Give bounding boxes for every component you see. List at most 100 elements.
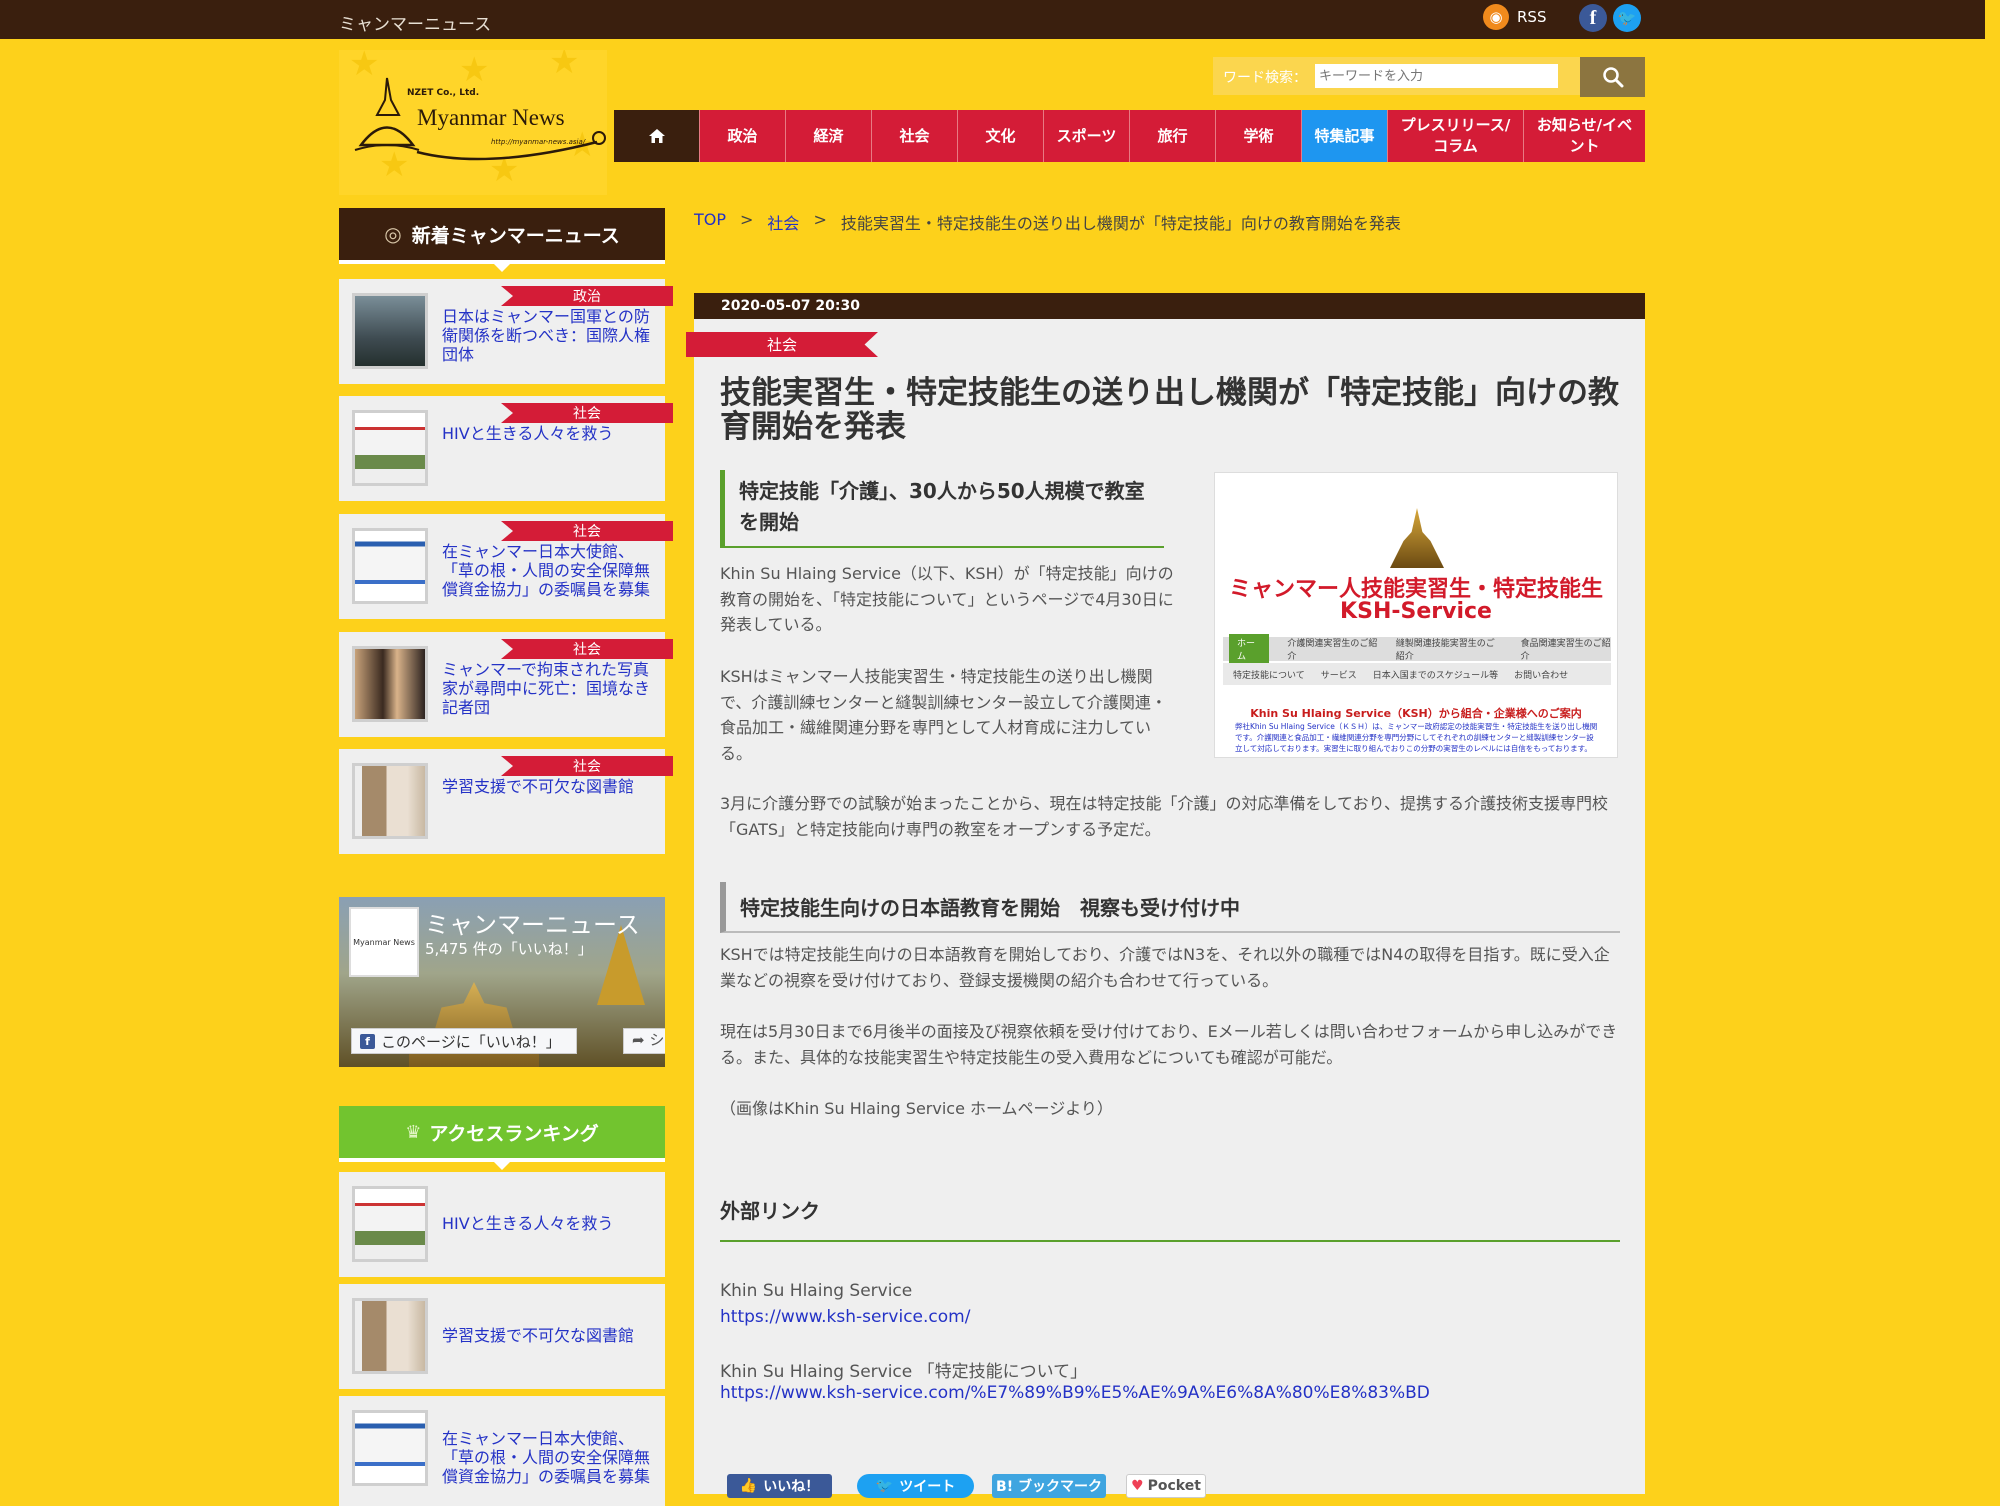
- article-image: ミャンマー人技能実習生・特定技能生 KSH-Service ホーム 介護関連実習…: [1214, 472, 1618, 758]
- article-paragraph: KSHでは特定技能生向けの日本語教育を開始しており、介護ではN3を、それ以外の職…: [720, 945, 1610, 990]
- image-body-text: 弊社Khin Su Hlaing Service（ＫＳＨ）は、ミャンマー政府認定…: [1235, 722, 1598, 753]
- external-link[interactable]: https://www.ksh-service.com/: [720, 1307, 970, 1327]
- article-paragraph: Khin Su Hlaing Service（以下、KSH）が「特定技能」向けの…: [720, 564, 1174, 634]
- tweet-button[interactable]: 🐦 ツイート: [857, 1474, 974, 1498]
- latest-item-title[interactable]: 学習支援で不可欠な図書館: [442, 777, 650, 796]
- rss-link[interactable]: ◉ RSS: [1483, 4, 1546, 30]
- nav-news-events[interactable]: お知らせ/イベ ント: [1524, 110, 1645, 162]
- breadcrumb-top[interactable]: TOP: [694, 210, 726, 234]
- ranking-item-title[interactable]: 学習支援で不可欠な図書館: [442, 1326, 650, 1345]
- category-badge: 社会: [501, 403, 673, 423]
- latest-news-title: 新着ミャンマーニュース: [411, 224, 620, 247]
- nav-home[interactable]: [614, 110, 700, 162]
- article-subheading: 特定技能「介護」、30人から50人規模で教室を開始: [720, 470, 1164, 548]
- category-badge: 政治: [501, 286, 673, 306]
- search-button[interactable]: [1580, 57, 1645, 97]
- article-headline: 技能実習生・特定技能生の送り出し機関が「特定技能」向けの教育開始を発表: [720, 375, 1619, 445]
- search-label: ワード検索：: [1223, 70, 1307, 86]
- logo-company: NZET Co., Ltd.: [407, 88, 480, 98]
- facebook-icon[interactable]: f: [1579, 4, 1607, 32]
- external-links-heading: 外部リンク: [720, 1195, 1620, 1242]
- article-subheading: 特定技能生向けの日本語教育を開始 視察も受け付け中: [720, 882, 1620, 933]
- latest-item[interactable]: 社会 HIVと生きる人々を救う: [339, 396, 673, 501]
- ranking-title: アクセスランキング: [429, 1122, 599, 1145]
- thumbs-up-icon: 👍: [739, 1478, 758, 1494]
- nav-culture[interactable]: 文化: [958, 110, 1044, 162]
- external-link-label: Khin Su Hlaing Service: [720, 1281, 913, 1301]
- thumbnail-image: [352, 528, 428, 604]
- twitter-icon: 🐦: [875, 1478, 894, 1494]
- breadcrumb-category[interactable]: 社会: [767, 210, 799, 234]
- ranking-item-title[interactable]: 在ミャンマー日本大使館、「草の根・人間の安全保障無償資金協力」の委嘱員を募集: [442, 1429, 650, 1486]
- nav-politics[interactable]: 政治: [700, 110, 786, 162]
- article: 2020-05-07 20:30 社会 技能実習生・特定技能生の送り出し機関が「…: [686, 293, 1645, 1498]
- thumbnail-image: [352, 293, 428, 369]
- crown-icon: ♛: [405, 1121, 422, 1143]
- hatena-bookmark-button[interactable]: B! ブックマーク: [992, 1474, 1106, 1498]
- main-nav: 政治 経済 社会 文化 スポーツ 旅行 学術 特集記事 プレスリリース/ コラム…: [614, 110, 1645, 162]
- latest-item-title[interactable]: 日本はミャンマー国軍との防衛関係を断つべき：国際人権団体: [442, 307, 650, 364]
- image-menu: ホーム 介護関連実習生のご紹介 縫製関連技能実習生のご紹介 食品関連実習生のご紹…: [1223, 634, 1611, 664]
- site-title[interactable]: ミャンマーニュース: [339, 10, 491, 35]
- facebook-page-widget[interactable]: Myanmar News ミャンマーニュース 5,475 件の「いいね！」 f …: [339, 897, 665, 1067]
- category-badge: 社会: [501, 521, 673, 541]
- fb-like-page-label: このページに「いいね！」: [381, 1032, 561, 1051]
- latest-item-title[interactable]: ミャンマーで拘束された写真家が尋問中に死亡：国境なき記者団: [442, 660, 650, 717]
- site-logo[interactable]: ★ ★ ★ ★ ★ ★ NZET Co., Ltd. Myanmar News …: [339, 50, 607, 195]
- category-badge: 社会: [501, 756, 673, 776]
- fb-page-name[interactable]: ミャンマーニュース: [425, 905, 640, 940]
- ranking-item[interactable]: 学習支援で不可欠な図書館: [339, 1284, 665, 1389]
- thumbnail-image: [352, 1410, 428, 1486]
- ranking-item[interactable]: HIVと生きる人々を救う: [339, 1172, 665, 1277]
- article-paragraph: KSHはミャンマー人技能実習生・特定技能生の送り出し機関で、介護訓練センターと縫…: [720, 667, 1167, 763]
- latest-item[interactable]: 社会 ミャンマーで拘束された写真家が尋問中に死亡：国境なき記者団: [339, 632, 673, 737]
- logo-url: http://myanmar-news.asia/: [491, 138, 586, 146]
- latest-item-title[interactable]: 在ミャンマー日本大使館、「草の根・人間の安全保障無償資金協力」の委嘱員を募集: [442, 542, 650, 599]
- external-link[interactable]: https://www.ksh-service.com/%E7%89%B9%E5…: [720, 1383, 1430, 1403]
- thumbnail-image: [352, 1298, 428, 1374]
- search-icon: [1602, 67, 1623, 88]
- thumbnail-image: [352, 410, 428, 486]
- latest-item[interactable]: 社会 学習支援で不可欠な図書館: [339, 749, 673, 854]
- top-bar: [0, 0, 1985, 39]
- rss-label: RSS: [1517, 8, 1547, 26]
- fb-like-count: 5,475 件の「いいね！」: [425, 940, 593, 958]
- nav-economy[interactable]: 経済: [786, 110, 872, 162]
- thumbnail-image: [352, 646, 428, 722]
- nav-academic[interactable]: 学術: [1216, 110, 1302, 162]
- article-paragraph: 現在は5月30日まで6月後半の面接及び視察依頼を受け付けており、Eメール若しくは…: [720, 1022, 1618, 1067]
- twitter-icon[interactable]: 🐦: [1613, 4, 1641, 32]
- latest-news-heading: ◎ 新着ミャンマーニュース: [339, 208, 665, 272]
- share-icon: ➦: [632, 1031, 645, 1049]
- thumbnail-image: [352, 763, 428, 839]
- nav-sports[interactable]: スポーツ: [1044, 110, 1130, 162]
- article-category-badge[interactable]: 社会: [686, 332, 878, 357]
- pocket-button[interactable]: ♥ Pocket: [1126, 1474, 1206, 1498]
- breadcrumb-current: 技能実習生・特定技能生の送り出し機関が「特定技能」向けの教育開始を発表: [840, 214, 1401, 233]
- fb-like-page-button[interactable]: f このページに「いいね！」: [351, 1028, 577, 1054]
- thumbnail-image: [352, 1186, 428, 1262]
- category-badge: 社会: [501, 639, 673, 659]
- ranking-item-title[interactable]: HIVと生きる人々を救う: [442, 1214, 650, 1233]
- pagoda-image: [1390, 508, 1444, 568]
- article-paragraph: 3月に介護分野での試験が始まったことから、現在は特定技能「介護」の対応準備をして…: [720, 794, 1608, 839]
- nav-press-release[interactable]: プレスリリース/ コラム: [1388, 110, 1524, 162]
- rss-icon: ◉: [1483, 4, 1509, 30]
- nav-travel[interactable]: 旅行: [1130, 110, 1216, 162]
- image-subtitle: KSH-Service: [1340, 599, 1492, 624]
- image-menu: 特定技能について サービス 日本入国までのスケジュール等 お問い合わせ: [1223, 663, 1611, 685]
- ranking-item[interactable]: 在ミャンマー日本大使館、「草の根・人間の安全保障無償資金協力」の委嘱員を募集: [339, 1396, 665, 1506]
- latest-item[interactable]: 政治 日本はミャンマー国軍との防衛関係を断つべき：国際人権団体: [339, 279, 673, 384]
- nav-feature[interactable]: 特集記事: [1302, 110, 1388, 162]
- external-link-label: Khin Su Hlaing Service 「特定技能について」: [720, 1362, 1088, 1382]
- podcast-icon: ◎: [384, 222, 402, 246]
- fb-page-logo[interactable]: Myanmar News: [349, 907, 419, 977]
- image-credit: （画像はKhin Su Hlaing Service ホームページより）: [720, 1099, 1113, 1118]
- fb-share-button[interactable]: ➦ シ: [623, 1028, 665, 1054]
- latest-item-title[interactable]: HIVと生きる人々を救う: [442, 424, 650, 443]
- ranking-heading: ♛ アクセスランキング: [339, 1106, 665, 1170]
- fb-like-button[interactable]: 👍 いいね！: [727, 1474, 832, 1498]
- latest-item[interactable]: 社会 在ミャンマー日本大使館、「草の根・人間の安全保障無償資金協力」の委嘱員を募…: [339, 514, 673, 619]
- search-input[interactable]: [1315, 64, 1558, 88]
- nav-society[interactable]: 社会: [872, 110, 958, 162]
